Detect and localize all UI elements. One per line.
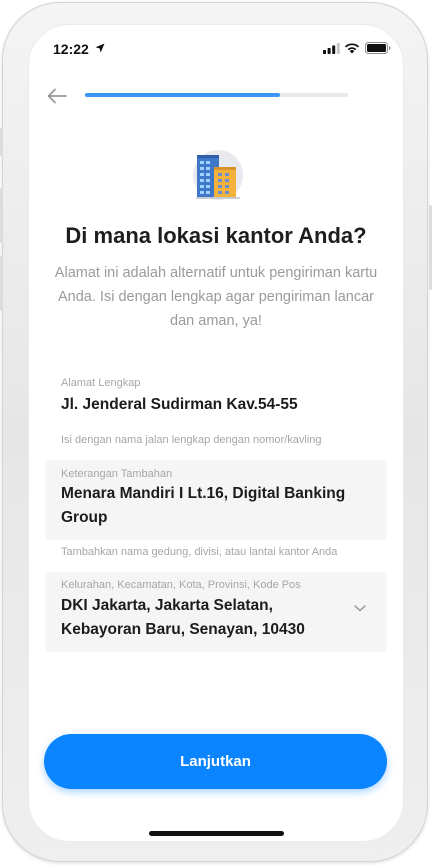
progress-bar <box>85 93 348 97</box>
extra-info-field-help: Tambahkan nama gedung, divisi, atau lant… <box>61 546 338 558</box>
phone-volume-down-button <box>0 256 3 311</box>
extra-info-field-value-line1[interactable]: Menara Mandiri I Lt.16, Digital Banking <box>61 482 345 506</box>
office-building-icon <box>193 150 243 200</box>
address-field-label: Alamat Lengkap <box>61 377 141 389</box>
page-subtitle: Alamat ini adalah alternatif untuk pengi… <box>54 265 378 329</box>
region-select-value-line1[interactable]: DKI Jakarta, Jakarta Selatan, <box>61 594 273 618</box>
region-select-label: Kelurahan, Kecamatan, Kota, Provinsi, Ko… <box>61 579 301 591</box>
chevron-down-icon[interactable] <box>353 603 367 613</box>
phone-volume-up-button <box>0 188 3 243</box>
app-screen: 12:22 Di mana lokasi kantor Anda? Alamat… <box>29 25 403 841</box>
phone-side-button <box>0 128 3 156</box>
home-indicator <box>149 831 284 836</box>
region-select-value-line2[interactable]: Kebayoran Baru, Senayan, 10430 <box>61 618 305 642</box>
extra-info-field-value-line2[interactable]: Group <box>61 506 108 530</box>
extra-info-field[interactable]: Keterangan Tambahan Menara Mandiri I Lt.… <box>45 460 387 540</box>
address-field-help: Isi dengan nama jalan lengkap dengan nom… <box>61 434 322 446</box>
continue-button[interactable]: Lanjutkan <box>44 734 387 789</box>
signal-icon <box>323 43 340 54</box>
extra-info-field-label: Keterangan Tambahan <box>61 468 173 480</box>
wifi-icon <box>345 43 359 54</box>
location-arrow-icon <box>95 43 105 53</box>
progress-bar-fill <box>85 93 280 97</box>
arrow-left-icon[interactable] <box>45 86 69 106</box>
address-field-value[interactable]: Jl. Jenderal Sudirman Kav.54-55 <box>61 393 298 417</box>
battery-icon <box>365 42 391 54</box>
status-time: 12:22 <box>53 41 89 57</box>
region-select[interactable]: Kelurahan, Kecamatan, Kota, Provinsi, Ko… <box>45 572 387 652</box>
page-title: Di mana lokasi kantor Anda? <box>65 223 367 248</box>
